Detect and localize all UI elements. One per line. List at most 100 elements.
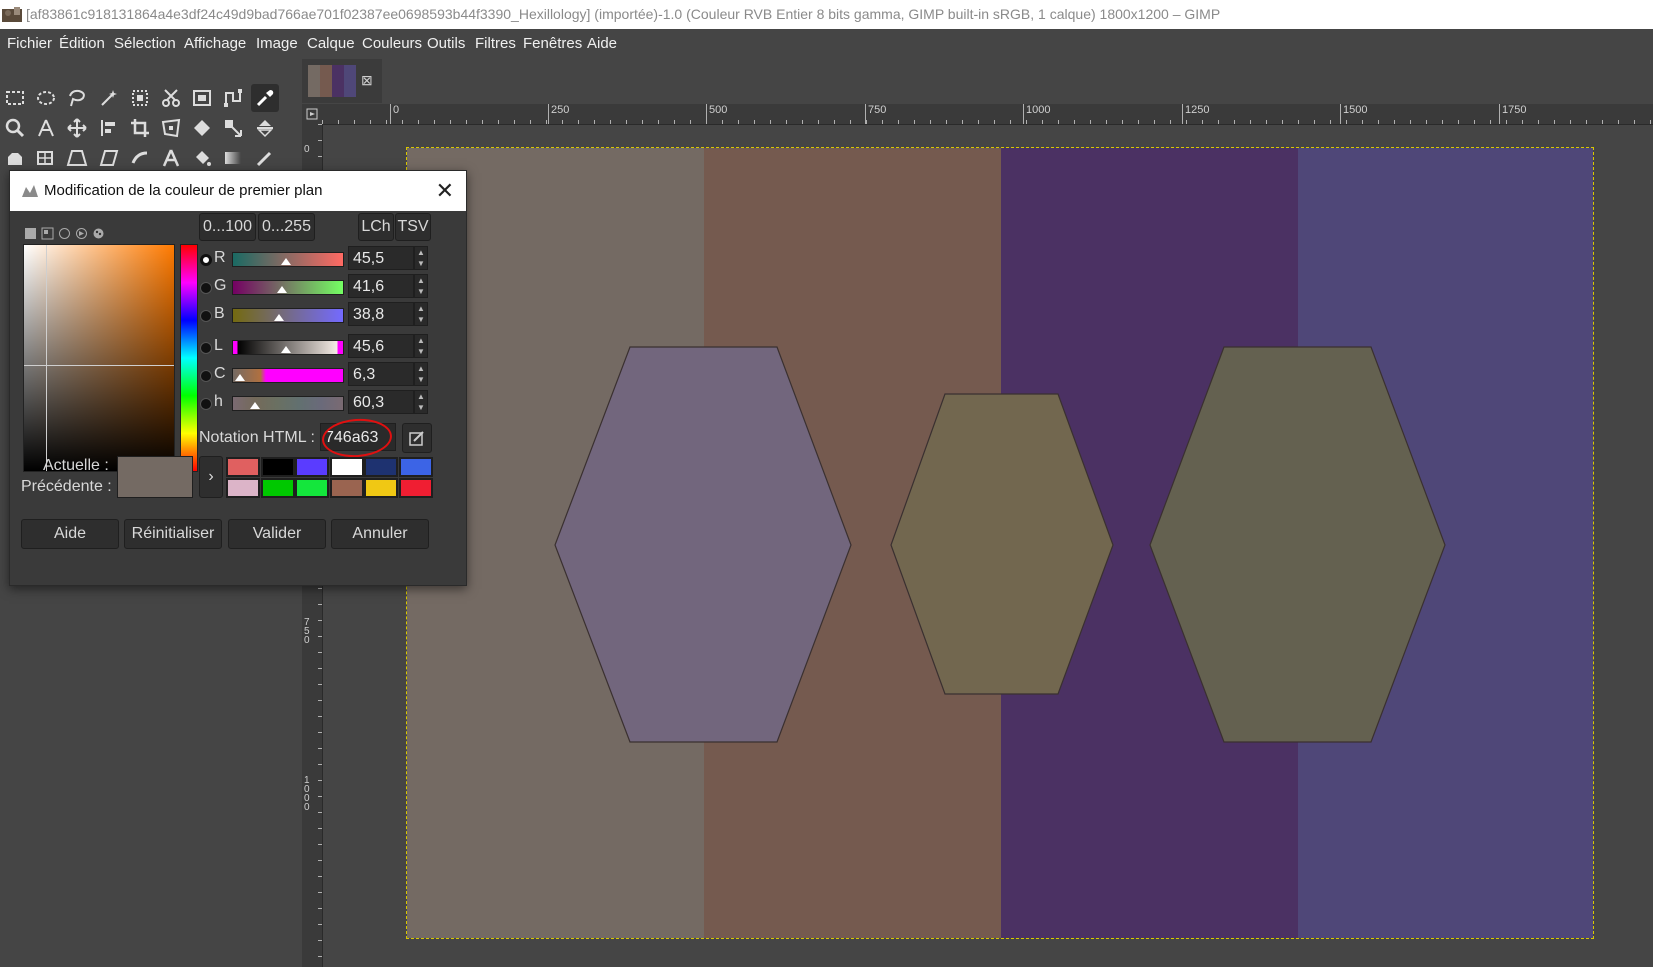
- spin-arrows[interactable]: ▲ ▼: [414, 246, 428, 270]
- horizontal-ruler[interactable]: 0 250 500 750 1000 1250 1500 1750: [322, 104, 1653, 125]
- unified-transform-icon[interactable]: [157, 114, 185, 142]
- channel-value[interactable]: 60,3: [348, 390, 414, 414]
- channel-radio[interactable]: [200, 254, 212, 266]
- gradient-icon[interactable]: [219, 144, 247, 172]
- cancel-button[interactable]: Annuler: [331, 519, 429, 549]
- measure-icon[interactable]: [32, 114, 60, 142]
- warp-transform-icon[interactable]: [188, 114, 216, 142]
- hexagon-image[interactable]: [407, 148, 1593, 938]
- perspective-icon[interactable]: [63, 144, 91, 172]
- dialog-close-icon[interactable]: ✕: [436, 171, 454, 211]
- spin-arrows[interactable]: ▲ ▼: [414, 390, 428, 414]
- shear-icon[interactable]: [95, 144, 123, 172]
- history-swatch[interactable]: [329, 478, 364, 498]
- eyedropper-button[interactable]: [402, 423, 432, 453]
- menu-fichier[interactable]: Fichier: [7, 29, 52, 59]
- bucket-fill-icon[interactable]: [188, 144, 216, 172]
- lch-button[interactable]: LCh: [358, 213, 394, 241]
- reset-button[interactable]: Réinitialiser: [124, 519, 222, 549]
- history-swatch[interactable]: [260, 457, 295, 477]
- spin-arrows[interactable]: ▲ ▼: [414, 362, 428, 386]
- close-tab-icon[interactable]: ⊠: [361, 72, 373, 89]
- fuzzy-select-icon[interactable]: [95, 84, 123, 112]
- ellipse-select-icon[interactable]: [32, 84, 60, 112]
- cmyk-selector-icon[interactable]: [40, 226, 55, 241]
- channel-radio[interactable]: [200, 342, 212, 354]
- paths-icon[interactable]: [219, 84, 247, 112]
- channel-radio[interactable]: [200, 398, 212, 410]
- menu-outils[interactable]: Outils: [427, 29, 465, 59]
- slider-marker[interactable]: [281, 346, 291, 353]
- triangle-selector-icon[interactable]: [57, 226, 72, 241]
- channel-radio[interactable]: [200, 310, 212, 322]
- gegl-icon[interactable]: [1, 144, 29, 172]
- lasso-icon[interactable]: [63, 84, 91, 112]
- menu-couleurs[interactable]: Couleurs: [362, 29, 422, 59]
- channel-radio[interactable]: [200, 370, 212, 382]
- history-swatch[interactable]: [295, 478, 329, 498]
- color-picker-icon[interactable]: [251, 84, 279, 112]
- hue-slider[interactable]: [180, 244, 198, 472]
- history-swatch[interactable]: [226, 478, 260, 498]
- move-icon[interactable]: [63, 114, 91, 142]
- gimp-selector-icon[interactable]: [23, 226, 38, 241]
- spin-arrows[interactable]: ▲ ▼: [414, 302, 428, 326]
- menu-selection[interactable]: Sélection: [114, 29, 176, 59]
- image-tab[interactable]: ⊠: [302, 59, 382, 103]
- navigate-icon[interactable]: [302, 104, 322, 124]
- foreground-select-icon[interactable]: [188, 84, 216, 112]
- spin-arrows[interactable]: ▲ ▼: [414, 274, 428, 298]
- help-button[interactable]: Aide: [21, 519, 119, 549]
- ruler-corner[interactable]: [302, 104, 322, 124]
- channel-slider[interactable]: [232, 280, 344, 295]
- spin-arrows[interactable]: ▲ ▼: [414, 334, 428, 358]
- slider-marker[interactable]: [235, 374, 245, 381]
- slider-marker[interactable]: [277, 286, 287, 293]
- history-swatch[interactable]: [295, 457, 329, 477]
- smudge-icon[interactable]: [126, 144, 154, 172]
- watercolor-selector-icon[interactable]: [74, 226, 89, 241]
- saturation-value-picker[interactable]: [23, 244, 175, 472]
- slider-marker[interactable]: [250, 402, 260, 409]
- ok-button[interactable]: Valider: [228, 519, 326, 549]
- slider-marker[interactable]: [274, 314, 284, 321]
- channel-slider[interactable]: [232, 308, 344, 323]
- menu-image[interactable]: Image: [256, 29, 298, 59]
- align-icon[interactable]: [95, 114, 123, 142]
- channel-value[interactable]: 38,8: [348, 302, 414, 326]
- menu-edition[interactable]: Édition: [59, 29, 105, 59]
- menu-calque[interactable]: Calque: [307, 29, 355, 59]
- history-swatch[interactable]: [329, 457, 364, 477]
- scissors-icon[interactable]: [157, 84, 185, 112]
- image-thumbnail[interactable]: [308, 65, 356, 97]
- history-swatch[interactable]: [398, 457, 433, 477]
- channel-slider[interactable]: [232, 368, 344, 383]
- hsv-button[interactable]: TSV: [395, 213, 431, 241]
- range-0-100-button[interactable]: 0...100: [199, 213, 256, 241]
- history-arrow-button[interactable]: ›: [199, 456, 223, 498]
- text-icon[interactable]: [157, 144, 185, 172]
- channel-value[interactable]: 6,3: [348, 362, 414, 386]
- channel-radio[interactable]: [200, 282, 212, 294]
- slider-marker[interactable]: [281, 258, 291, 265]
- crop-icon[interactable]: [126, 114, 154, 142]
- rect-select-icon[interactable]: [1, 84, 29, 112]
- dialog-titlebar[interactable]: Modification de la couleur de premier pl…: [10, 171, 466, 211]
- flip-icon[interactable]: [251, 114, 279, 142]
- palette-selector-icon[interactable]: [91, 226, 106, 241]
- image-canvas[interactable]: [406, 147, 1594, 939]
- menu-affichage[interactable]: Affichage: [184, 29, 246, 59]
- history-swatch[interactable]: [398, 478, 433, 498]
- history-swatch[interactable]: [260, 478, 295, 498]
- canvas-area[interactable]: [323, 125, 1653, 967]
- menu-fenetres[interactable]: Fenêtres: [523, 29, 582, 59]
- scale-icon[interactable]: [219, 114, 247, 142]
- zoom-icon[interactable]: [1, 114, 29, 142]
- cage-transform-icon[interactable]: [32, 144, 60, 172]
- range-0-255-button[interactable]: 0...255: [258, 213, 315, 241]
- channel-value[interactable]: 45,6: [348, 334, 414, 358]
- channel-value[interactable]: 45,5: [348, 246, 414, 270]
- menu-filtres[interactable]: Filtres: [475, 29, 516, 59]
- channel-slider[interactable]: [232, 396, 344, 411]
- history-swatch[interactable]: [364, 457, 398, 477]
